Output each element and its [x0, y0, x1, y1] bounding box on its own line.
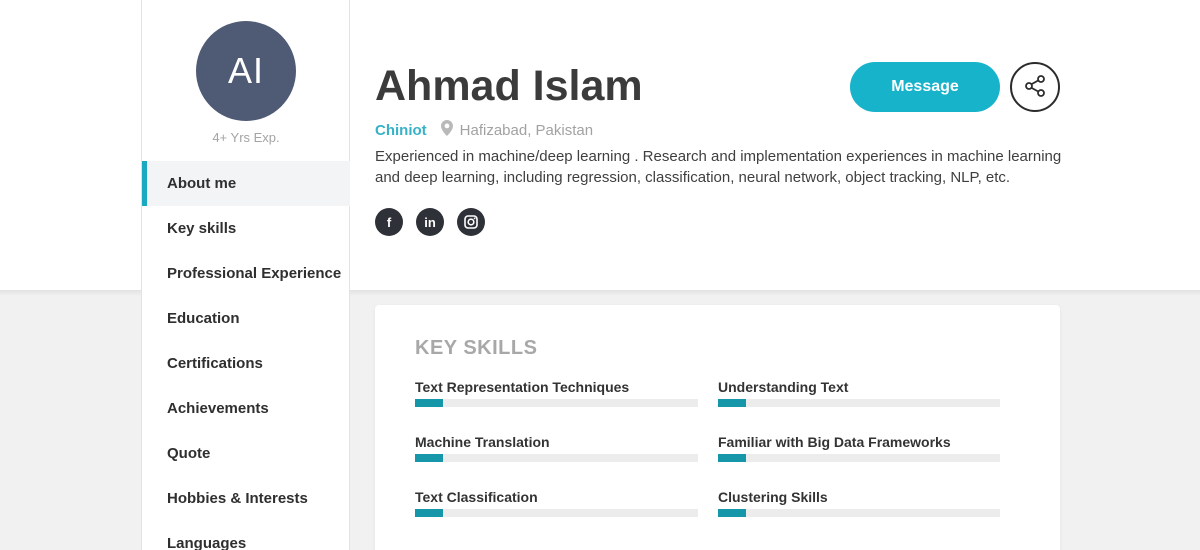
profile-name: Ahmad Islam: [375, 62, 643, 110]
key-skills-title: KEY SKILLS: [415, 337, 538, 359]
skill-bar-fill: [415, 509, 444, 517]
skill-item: Understanding Text: [718, 379, 1000, 407]
social-links: f in: [375, 208, 498, 236]
skill-bar: [415, 509, 698, 517]
skill-bar: [415, 399, 698, 407]
skill-name: Text Classification: [415, 489, 538, 505]
sidebar-item-quote[interactable]: Quote: [142, 431, 350, 476]
share-button[interactable]: [1010, 62, 1060, 112]
location-row: Chiniot Hafizabad, Pakistan: [375, 120, 593, 140]
skill-bar: [718, 454, 1000, 462]
sidebar-item-education[interactable]: Education: [142, 296, 350, 341]
sidebar-nav: About me Key skills Professional Experie…: [142, 161, 350, 550]
experience-label: 4+ Yrs Exp.: [212, 130, 280, 145]
skill-item: Machine Translation: [415, 434, 698, 462]
skill-bar: [415, 454, 698, 462]
sidebar-item-professional-experience[interactable]: Professional Experience: [142, 251, 350, 296]
skill-bar: [718, 509, 1000, 517]
region-text: Hafizabad, Pakistan: [459, 121, 594, 139]
sidebar-item-hobbies[interactable]: Hobbies & Interests: [142, 476, 350, 521]
location-pin-icon: [440, 120, 453, 140]
key-skills-card: KEY SKILLS Text Representation Technique…: [375, 305, 1060, 550]
facebook-icon[interactable]: f: [375, 208, 403, 236]
skill-item: Text Classification: [415, 489, 698, 517]
message-button[interactable]: Message: [850, 62, 1000, 112]
skill-name: Clustering Skills: [718, 489, 828, 505]
share-icon: [1023, 74, 1047, 101]
skill-item: Clustering Skills: [718, 489, 1000, 517]
city-link[interactable]: Chiniot: [375, 122, 427, 139]
sidebar-item-languages[interactable]: Languages: [142, 521, 350, 550]
skill-item: Text Representation Techniques: [415, 379, 698, 407]
skill-bar-fill: [718, 454, 747, 462]
skills-grid: Text Representation Techniques Understan…: [415, 379, 1000, 517]
sidebar-item-key-skills[interactable]: Key skills: [142, 206, 350, 251]
skill-bar-fill: [415, 454, 444, 462]
skill-name: Text Representation Techniques: [415, 379, 630, 395]
skill-name: Familiar with Big Data Frameworks: [718, 434, 951, 450]
sidebar-item-certifications[interactable]: Certifications: [142, 341, 350, 386]
skill-name: Machine Translation: [415, 434, 550, 450]
skill-bar: [718, 399, 1000, 407]
sidebar-item-about-me[interactable]: About me: [142, 161, 350, 206]
avatar: AI: [196, 21, 296, 121]
skill-bar-fill: [718, 399, 747, 407]
about-text: Experienced in machine/deep learning . R…: [375, 148, 1062, 186]
sidebar-item-achievements[interactable]: Achievements: [142, 386, 350, 431]
profile-sidebar: AI 4+ Yrs Exp. About me Key skills Profe…: [141, 0, 350, 550]
linkedin-icon[interactable]: in: [416, 208, 444, 236]
instagram-icon[interactable]: [457, 208, 485, 236]
skill-bar-fill: [718, 509, 747, 517]
skill-item: Familiar with Big Data Frameworks: [718, 434, 1000, 462]
skill-bar-fill: [415, 399, 444, 407]
skill-name: Understanding Text: [718, 379, 849, 395]
